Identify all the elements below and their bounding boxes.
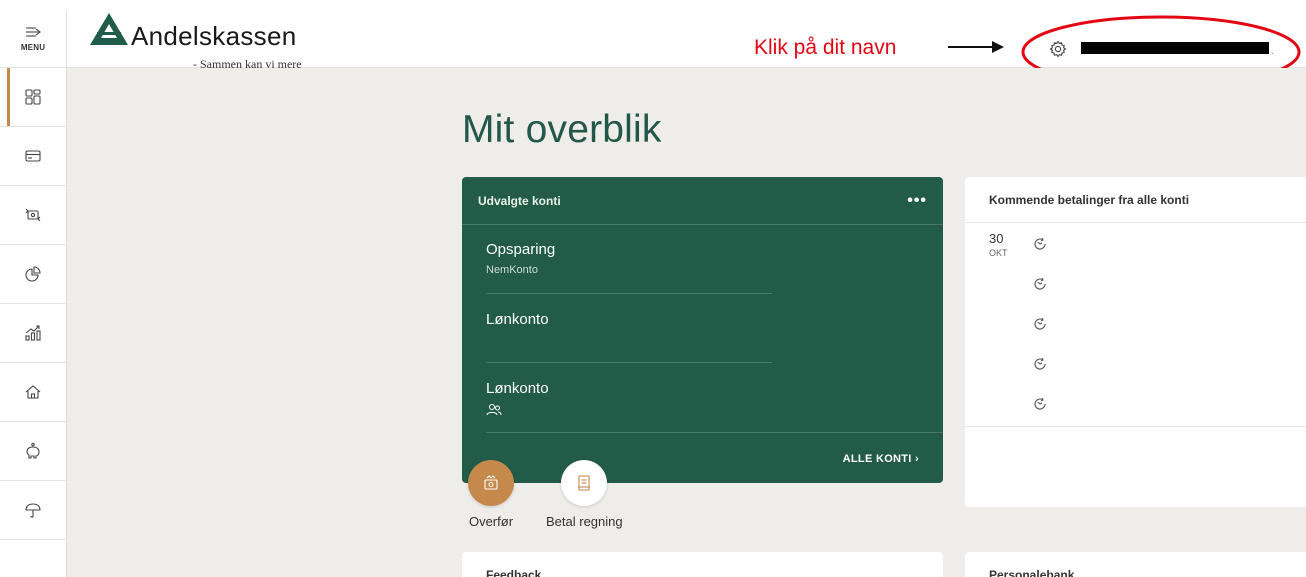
- accounts-card-header: Udvalgte konti •••: [462, 177, 943, 225]
- recurring-icon: [1034, 317, 1046, 330]
- shared-users-icon: [486, 404, 502, 416]
- accounts-card-title: Udvalgte konti: [478, 193, 561, 208]
- umbrella-icon: [25, 503, 41, 518]
- sidebar-item-home[interactable]: [0, 363, 66, 422]
- recurring-icon: [1034, 237, 1046, 250]
- more-options-icon[interactable]: •••: [907, 192, 927, 210]
- transfer-action-button[interactable]: Overfør: [468, 460, 514, 529]
- sidebar-item-overview[interactable]: [0, 68, 66, 127]
- sidebar-item-cards[interactable]: [0, 127, 66, 186]
- account-name: Lønkonto: [486, 380, 549, 397]
- logo[interactable]: Andelskassen - Sammen kan vi mere: [89, 10, 329, 71]
- house-icon: [25, 385, 41, 399]
- chart-icon: [25, 325, 41, 341]
- divider: [965, 426, 1306, 427]
- payment-date-day: 30: [989, 231, 1004, 246]
- annotation-arrow-icon: [948, 41, 1004, 53]
- divider: [486, 293, 772, 294]
- user-name-redacted[interactable]: [1081, 42, 1269, 54]
- pay-bill-circle: [561, 460, 608, 506]
- menu-button[interactable]: MENU: [0, 10, 66, 68]
- feedback-card[interactable]: Feedback: [462, 552, 943, 577]
- page-title: Mit overblik: [462, 108, 662, 151]
- transfer-money-icon: [484, 475, 498, 490]
- account-name: Opsparing: [486, 241, 556, 258]
- divider: [486, 432, 943, 433]
- recurring-icon: [1034, 357, 1046, 370]
- sidebar-item-investments[interactable]: [0, 304, 66, 363]
- upcoming-payments-title: Kommende betalinger fra alle konti: [965, 177, 1306, 223]
- upcoming-payments-card: Kommende betalinger fra alle konti 30 OK…: [965, 177, 1306, 507]
- transfer-circle: [468, 460, 514, 506]
- payment-date-month: OKT: [989, 248, 1008, 258]
- transfer-action-label: Overfør: [468, 514, 514, 529]
- logo-name: Andelskassen: [131, 21, 297, 51]
- account-name: Lønkonto: [486, 311, 549, 328]
- gear-icon[interactable]: [1049, 40, 1067, 58]
- sidebar: MENU: [0, 10, 67, 577]
- transfer-icon: [25, 208, 41, 222]
- staff-bank-card[interactable]: Personalebank: [965, 552, 1306, 577]
- all-accounts-link[interactable]: ALLE KONTI ›: [843, 453, 919, 465]
- staff-bank-card-title: Personalebank: [989, 568, 1075, 577]
- piggy-bank-icon: [26, 442, 40, 459]
- sidebar-item-savings[interactable]: [0, 422, 66, 481]
- sidebar-item-budget[interactable]: [0, 245, 66, 304]
- recurring-icon: [1034, 277, 1046, 290]
- menu-label: MENU: [20, 43, 46, 52]
- main-content: Mit overblik Udvalgte konti ••• Opsparin…: [67, 68, 1306, 577]
- annotation-text: Klik på dit navn: [754, 36, 897, 59]
- bill-icon: [578, 475, 591, 491]
- sidebar-item-insurance[interactable]: [0, 481, 66, 540]
- divider: [486, 362, 772, 363]
- account-item[interactable]: Lønkonto: [486, 311, 772, 328]
- pay-bill-action-label: Betal regning: [546, 514, 623, 529]
- accounts-card: Udvalgte konti ••• Opsparing NemKonto Lø…: [462, 177, 943, 483]
- account-subtitle: NemKonto: [486, 264, 538, 276]
- grid-icon: [25, 89, 41, 105]
- card-icon: [25, 150, 41, 162]
- feedback-card-title: Feedback: [486, 568, 542, 577]
- menu-arrow-icon: [26, 27, 41, 37]
- pie-chart-icon: [25, 266, 41, 282]
- sidebar-item-transfers[interactable]: [0, 186, 66, 245]
- user-menu-chevron-icon[interactable]: ˎ: [1271, 44, 1274, 54]
- recurring-icon: [1034, 397, 1046, 410]
- account-item[interactable]: Lønkonto: [486, 380, 772, 422]
- logo-mark-icon: [90, 13, 128, 45]
- account-item[interactable]: Opsparing NemKonto: [486, 241, 772, 276]
- pay-bill-action-button[interactable]: Betal regning: [546, 460, 623, 529]
